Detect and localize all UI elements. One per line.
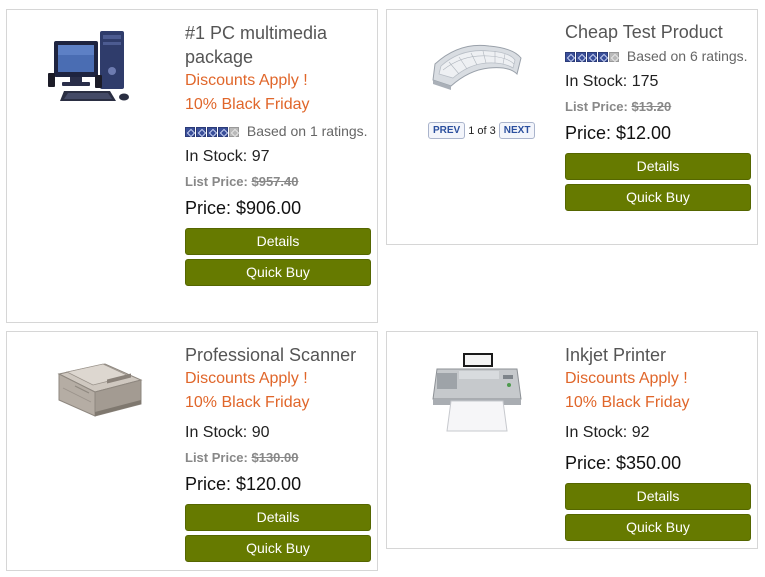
- details-button[interactable]: Details: [185, 504, 371, 531]
- image-pager: PREV 1 of 3 NEXT: [428, 122, 536, 139]
- product-info: Professional Scanner Discounts Apply ! 1…: [185, 343, 373, 562]
- pager-status: 1 of 3: [468, 124, 496, 137]
- product-title[interactable]: Professional Scanner: [185, 343, 373, 367]
- promo-black-friday-text: 10% Black Friday: [185, 96, 310, 113]
- product-card-professional-scanner: Professional Scanner Discounts Apply ! 1…: [6, 331, 378, 571]
- details-button[interactable]: Details: [565, 483, 751, 510]
- stock-status: In Stock: 90: [185, 424, 270, 441]
- quick-buy-button[interactable]: Quick Buy: [185, 259, 371, 286]
- product-card-inkjet-printer: Inkjet Printer Discounts Apply ! 10% Bla…: [386, 331, 758, 549]
- list-price-value: $957.40: [251, 174, 299, 189]
- scanner-image[interactable]: [47, 348, 147, 426]
- keyboard-image[interactable]: [427, 32, 527, 102]
- rating-star-icon: [218, 127, 228, 137]
- rating-star-icon: [185, 127, 195, 137]
- promo-discount-text: Discounts Apply !: [185, 72, 308, 89]
- rating-text: Based on 1 ratings.: [246, 123, 368, 139]
- product-info: Inkjet Printer Discounts Apply ! 10% Bla…: [565, 343, 753, 541]
- list-price-label: List Price:: [565, 99, 628, 114]
- list-price-value: $130.00: [251, 450, 299, 465]
- rating-stars: [185, 122, 240, 143]
- product-title[interactable]: #1 PC multimedia package: [185, 21, 373, 69]
- price: Price: $12.00: [565, 123, 672, 143]
- product-info: #1 PC multimedia package Discounts Apply…: [185, 21, 373, 286]
- rating: Based on 1 ratings.: [185, 121, 373, 143]
- rating-stars: [565, 47, 620, 68]
- rating-star-icon: [565, 52, 575, 62]
- rating-star-icon: [207, 127, 217, 137]
- product-info: Cheap Test Product Based on 6 ratings. I…: [565, 20, 753, 211]
- product-card-pc-package: #1 PC multimedia package Discounts Apply…: [6, 9, 378, 323]
- product-title[interactable]: Cheap Test Product: [565, 20, 753, 44]
- product-title[interactable]: Inkjet Printer: [565, 343, 753, 367]
- list-price-label: List Price:: [185, 174, 248, 189]
- list-price-value: $13.20: [631, 99, 672, 114]
- rating-text: Based on 6 ratings.: [626, 48, 748, 64]
- price: Price: $350.00: [565, 453, 682, 473]
- next-button[interactable]: NEXT: [498, 122, 536, 139]
- details-button[interactable]: Details: [185, 228, 371, 255]
- stock-status: In Stock: 97: [185, 148, 270, 165]
- promo-discount-text: Discounts Apply !: [565, 370, 688, 387]
- rating-star-empty-icon: [609, 52, 619, 62]
- list-price-label: List Price:: [185, 450, 248, 465]
- promo-discount-text: Discounts Apply !: [185, 370, 308, 387]
- rating-star-icon: [598, 52, 608, 62]
- inkjet-printer-image[interactable]: [427, 350, 527, 434]
- rating: Based on 6 ratings.: [565, 46, 753, 68]
- list-price: List Price: $130.00: [185, 447, 373, 469]
- rating-star-icon: [587, 52, 597, 62]
- rating-star-icon: [196, 127, 206, 137]
- price: Price: $906.00: [185, 198, 302, 218]
- list-price: List Price: $13.20: [565, 96, 753, 118]
- details-button[interactable]: Details: [565, 153, 751, 180]
- product-card-cheap-test-product: PREV 1 of 3 NEXT Cheap Test Product Base…: [386, 9, 758, 245]
- price: Price: $120.00: [185, 474, 302, 494]
- rating-star-empty-icon: [229, 127, 239, 137]
- stock-status: In Stock: 92: [565, 424, 650, 441]
- quick-buy-button[interactable]: Quick Buy: [185, 535, 371, 562]
- quick-buy-button[interactable]: Quick Buy: [565, 184, 751, 211]
- promo-black-friday-text: 10% Black Friday: [565, 394, 690, 411]
- rating-star-icon: [576, 52, 586, 62]
- stock-status: In Stock: 175: [565, 73, 659, 90]
- list-price: List Price: $957.40: [185, 171, 373, 193]
- promo-black-friday-text: 10% Black Friday: [185, 394, 310, 411]
- quick-buy-button[interactable]: Quick Buy: [565, 514, 751, 541]
- desktop-pc-image[interactable]: [47, 26, 137, 108]
- prev-button[interactable]: PREV: [428, 122, 466, 139]
